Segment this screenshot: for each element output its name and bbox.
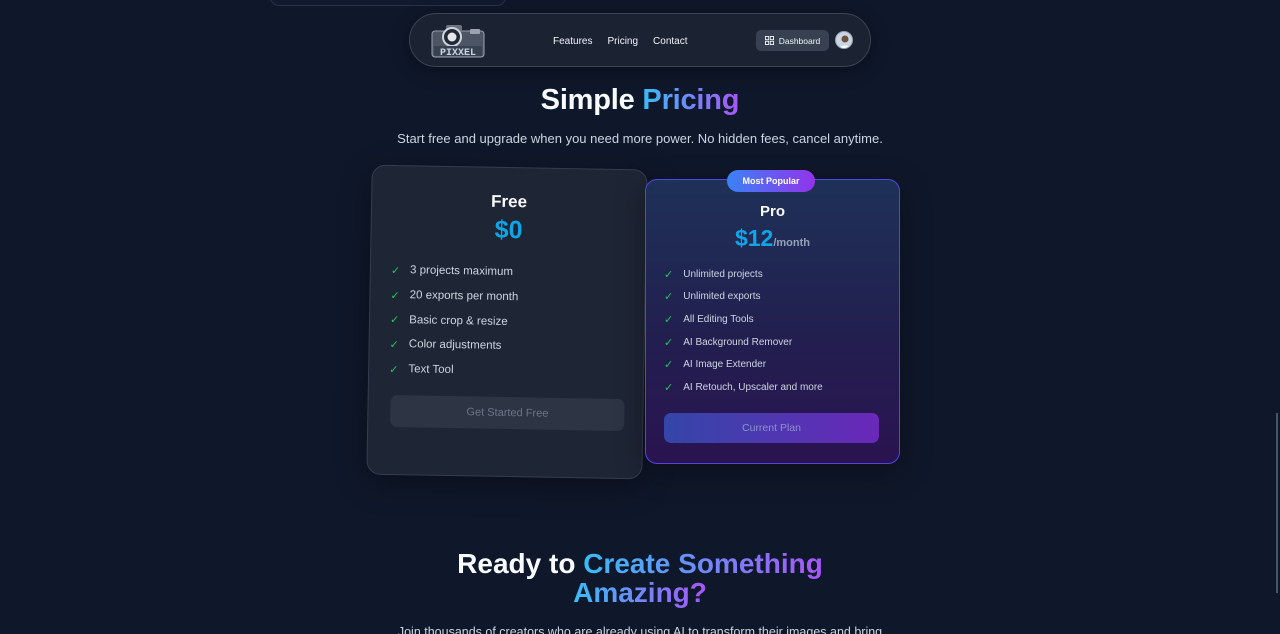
pro-plan-card: Pro $12/month ✓ Unlimited projects ✓ Unlim… [645,179,900,464]
nav-link-contact[interactable]: Contact [653,36,687,47]
check-icon: ✓ [389,338,399,352]
check-icon: ✓ [389,314,400,327]
feature-item: ✓ Unlimited exports [664,286,823,309]
svg-text:PIXXEL: PIXXEL [440,48,476,59]
cta-heading-plain: Ready to [457,548,576,579]
get-started-free-button[interactable]: Get Started Free [390,394,625,432]
check-icon: ✓ [389,363,399,376]
check-icon: ✓ [664,381,674,394]
free-plan-card: Free $0 ✓ 3 projects maximum ✓ 20 exports … [366,164,648,480]
cta-heading-accent-line1: Create Something [583,548,823,579]
pricing-heading-plain: Simple [540,84,635,116]
camera-logo-icon: PIXXEL [431,25,485,59]
feature-label: Basic crop & resize [409,314,508,328]
user-avatar[interactable] [835,31,853,49]
feature-item: ✓ 20 exports per month [390,283,518,310]
check-icon: ✓ [664,313,674,326]
navbar: PIXXEL Features Pricing Contact Dashboar… [409,13,871,67]
cta-subtitle: Join thousands of creators who are alrea… [397,625,883,634]
plan-price: $0 [494,215,523,245]
feature-item: ✓ Text Tool [389,357,517,384]
plan-name: Pro [759,203,785,220]
feature-label: Text Tool [408,363,454,377]
check-icon: ✓ [390,264,401,277]
scrollbar-thumb[interactable] [1276,413,1278,593]
plan-price: $12/month [646,225,899,252]
check-icon: ✓ [664,291,674,304]
current-plan-button[interactable]: Current Plan [664,413,879,443]
check-icon: ✓ [664,268,674,281]
check-icon: ✓ [390,289,400,302]
feature-list: ✓ 3 projects maximum ✓ 20 exports per mont… [389,258,519,384]
feature-item: ✓ Color adjustments [389,332,517,359]
nav-links: Features Pricing Contact [553,14,688,68]
feature-label: AI Background Remover [683,336,793,348]
most-popular-badge: Most Popular [727,170,815,192]
dashboard-label: Dashboard [778,35,821,46]
cta-heading: Ready to Create Something Amazing? [0,549,1280,607]
pricing-heading-accent: Pricing [642,84,740,116]
feature-label: 20 exports per month [409,289,519,304]
top-edge-element [270,0,506,6]
feature-item: ✓ AI Background Remover [664,331,823,354]
user-icon [838,35,852,48]
grid-icon [764,36,774,45]
nav-link-pricing[interactable]: Pricing [607,36,638,47]
feature-label: All Editing Tools [683,313,754,325]
feature-item: ✓ Basic crop & resize [390,307,518,334]
feature-label: 3 projects maximum [409,264,514,279]
feature-label: AI Retouch, Upscaler and more [683,381,823,393]
pixxel-logo[interactable]: PIXXEL [430,23,486,59]
feature-label: Color adjustments [408,338,502,353]
feature-item: ✓ 3 projects maximum [391,258,519,285]
feature-item: ✓ All Editing Tools [664,308,823,331]
pricing-subtitle: Start free and upgrade when you need mor… [397,131,883,146]
cta-heading-accent-line2: Amazing? [573,577,707,608]
pricing-heading: Simple Pricing [0,84,1280,117]
plan-name: Free [490,191,528,212]
feature-label: Unlimited exports [683,291,761,303]
price-amount: $12 [734,225,774,251]
check-icon: ✓ [664,359,674,372]
check-icon: ✓ [664,336,674,349]
feature-item: ✓ Unlimited projects [664,263,823,286]
feature-list: ✓ Unlimited projects ✓ Unlimited exports ✓… [664,263,823,399]
feature-label: AI Image Extender [683,359,767,371]
feature-label: Unlimited projects [683,268,763,280]
dashboard-button[interactable]: Dashboard [756,30,829,51]
feature-item: ✓ AI Image Extender [664,353,823,376]
feature-item: ✓ AI Retouch, Upscaler and more [664,376,823,399]
nav-link-features[interactable]: Features [553,36,592,47]
price-period: /month [773,237,811,249]
